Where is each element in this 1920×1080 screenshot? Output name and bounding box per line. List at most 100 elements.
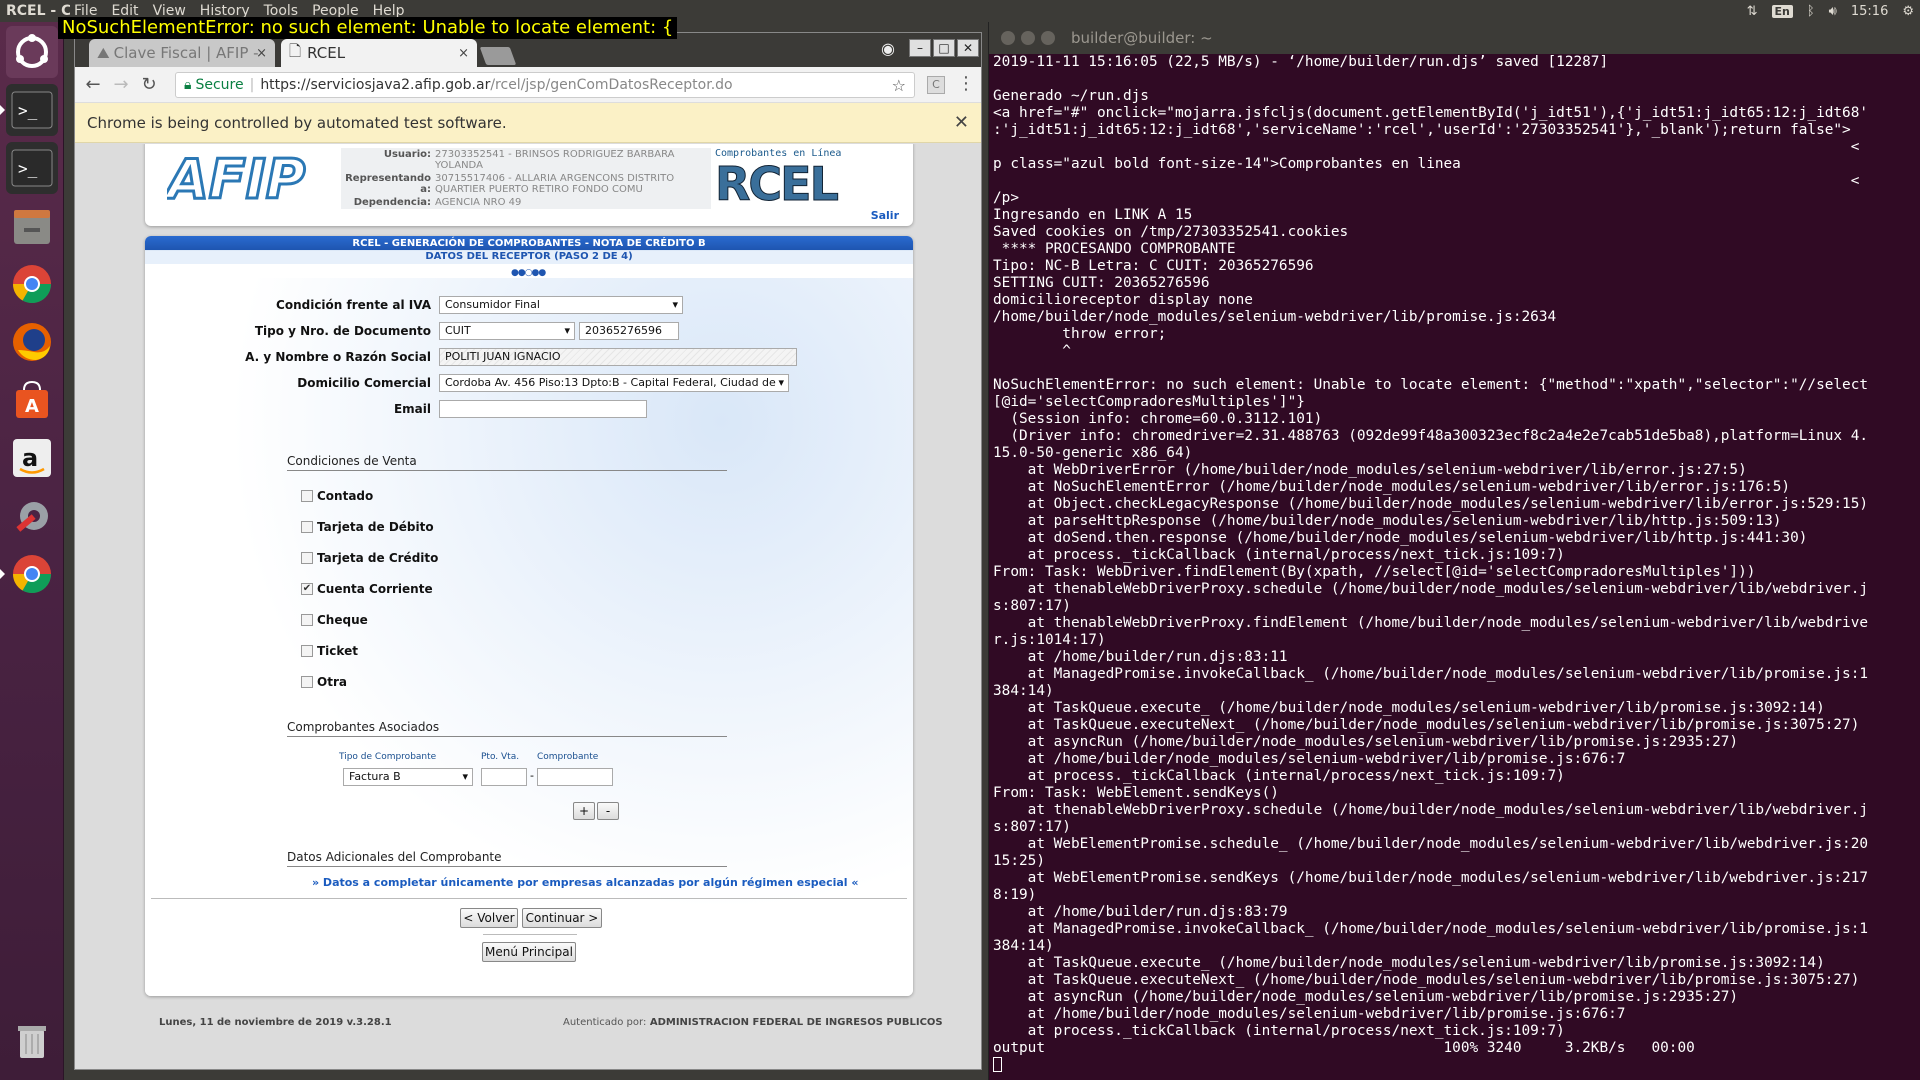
checkbox[interactable] <box>301 552 313 564</box>
add-comprobante-button[interactable]: + <box>573 802 595 820</box>
condicion-cheque[interactable]: Cheque <box>301 613 368 627</box>
extension-icon[interactable]: C <box>927 76 945 94</box>
condicion-tarjeta-debito[interactable]: Tarjeta de Débito <box>301 520 434 534</box>
terminal-line: at process._tickCallback (internal/proce… <box>993 1023 1565 1039</box>
terminal-line: 384:14) <box>993 683 1054 699</box>
volver-button[interactable]: < Volver <box>460 908 518 928</box>
address-bar[interactable]: 🔒︎ Secure | https://serviciosjava2.afip.… <box>175 72 915 98</box>
terminal-line: Tipo: NC-B Letra: C CUIT: 20365276596 <box>993 258 1314 274</box>
clock[interactable]: 15:16 <box>1851 4 1888 19</box>
condicion-tarjeta-credito[interactable]: Tarjeta de Crédito <box>301 551 438 565</box>
terminal-line: SETTING CUIT: 20365276596 <box>993 275 1210 291</box>
chrome-icon[interactable] <box>6 258 58 310</box>
terminal-line: throw error; <box>993 326 1167 342</box>
footer-date: Lunes, 11 de noviembre de 2019 v.3.28.1 <box>159 1017 392 1028</box>
condicion-iva-select[interactable]: Consumidor Final <box>439 296 683 314</box>
settings-icon[interactable] <box>6 490 58 542</box>
remove-comprobante-button[interactable]: - <box>597 802 619 820</box>
close-icon[interactable]: × <box>256 46 267 61</box>
gear-icon[interactable]: ⚙ <box>1902 4 1914 19</box>
checkbox[interactable] <box>301 521 313 533</box>
browser-window: ⛰ Clave Fiscal | AFIP - × 🗋︎ RCEL × ◉ – … <box>74 32 982 1070</box>
terminal-line: (Session info: chrome=60.0.3112.101) <box>993 411 1323 427</box>
checkbox-label: Contado <box>317 489 374 503</box>
maximize-button[interactable] <box>1041 31 1055 45</box>
minimize-button[interactable] <box>1021 31 1035 45</box>
email-input[interactable] <box>439 400 647 418</box>
chrome-menu-icon[interactable]: ⋮ <box>957 73 975 94</box>
network-icon[interactable]: ⇅ <box>1747 4 1758 19</box>
minimize-button[interactable]: – <box>909 39 931 57</box>
dependencia-row: Dependencia: AGENCIA NRO 49 <box>341 196 711 209</box>
continuar-button[interactable]: Continuar > <box>522 908 602 928</box>
nombre-input[interactable]: POLITI JUAN IGNACIO <box>439 348 797 366</box>
bluetooth-icon[interactable]: ᛒ <box>1807 4 1815 19</box>
datos-adicionales-title: Datos Adicionales del Comprobante <box>287 850 727 867</box>
checkbox-checked[interactable]: ✔ <box>301 583 313 595</box>
menu-principal-button[interactable]: Menú Principal <box>482 942 576 962</box>
tab-label: RCEL <box>307 44 346 62</box>
chrome-icon[interactable] <box>0 548 58 600</box>
form-title-band: RCEL - GENERACIÓN DE COMPROBANTES - NOTA… <box>145 236 913 264</box>
terminal-line: Saved cookies on /tmp/27303352541.cookie… <box>993 224 1349 240</box>
amazon-icon[interactable]: a <box>6 432 58 484</box>
maximize-button[interactable]: □ <box>933 39 955 57</box>
profile-icon[interactable]: ◉ <box>881 39 895 58</box>
lock-icon: 🔒︎ <box>184 77 192 93</box>
ubuntu-logo-icon[interactable] <box>6 26 58 78</box>
new-tab-button[interactable] <box>479 47 517 65</box>
comprobante-label: Comprobante <box>537 752 599 762</box>
salir-link[interactable]: Salir <box>871 209 899 222</box>
terminal-line: at asyncRun (/home/builder/node_modules/… <box>993 989 1739 1005</box>
url-path: /rcel/jsp/genComDatosReceptor.do <box>490 77 733 93</box>
trash-icon[interactable] <box>6 1014 58 1066</box>
terminal-line: at TaskQueue.execute_ (/home/builder/nod… <box>993 700 1825 716</box>
omnibox-separator: | <box>249 77 255 93</box>
terminal-icon[interactable]: >_ <box>6 142 58 194</box>
keyboard-layout[interactable]: En <box>1771 4 1793 18</box>
bookmark-star-icon[interactable]: ☆ <box>892 76 906 95</box>
close-window-button[interactable] <box>1001 31 1015 45</box>
close-icon[interactable]: × <box>458 46 469 61</box>
firefox-icon[interactable] <box>6 316 58 368</box>
terminal-line: at /home/builder/run.djs:83:11 <box>993 649 1288 665</box>
condicion-otra[interactable]: Otra <box>301 675 347 689</box>
receptor-form: RCEL - GENERACIÓN DE COMPROBANTES - NOTA… <box>145 236 913 996</box>
comprobante-input[interactable] <box>537 768 613 786</box>
reload-icon[interactable]: ↻ <box>135 74 163 95</box>
checkbox[interactable] <box>301 645 313 657</box>
terminal-line: at ManagedPromise.invokeCallback_ (/home… <box>993 921 1869 937</box>
domicilio-select[interactable]: Cordoba Av. 456 Piso:13 Dpto:B - Capital… <box>439 374 789 392</box>
pto-vta-input[interactable] <box>481 768 527 786</box>
infobar-text: Chrome is being controlled by automated … <box>87 113 507 132</box>
back-icon[interactable]: ← <box>79 74 107 95</box>
terminal-icon[interactable]: >_ <box>0 84 58 136</box>
volume-icon[interactable]: 🔊︎ <box>1829 4 1837 19</box>
terminal-line: domicilioreceptor display none <box>993 292 1253 308</box>
nro-doc-input[interactable]: 20365276596 <box>579 322 679 340</box>
condicion-ticket[interactable]: Ticket <box>301 644 358 658</box>
checkbox[interactable] <box>301 490 313 502</box>
tipo-doc-select[interactable]: CUIT <box>439 322 575 340</box>
terminal-output[interactable]: 2019-11-11 15:16:05 (22,5 MB/s) - ‘/home… <box>993 54 1917 1080</box>
checkbox[interactable] <box>301 614 313 626</box>
file-manager-icon[interactable] <box>6 200 58 252</box>
form-subtitle: DATOS DEL RECEPTOR (PASO 2 DE 4) <box>425 251 633 262</box>
terminal-line: ^ <box>993 343 1071 359</box>
tipo-comprobante-label: Tipo de Comprobante <box>339 752 437 762</box>
terminal-line: at /home/builder/node_modules/selenium-w… <box>993 1006 1626 1022</box>
close-window-button[interactable]: ✕ <box>957 39 979 57</box>
footer-auth-value: ADMINISTRACION FEDERAL DE INGRESOS PUBLI… <box>649 1017 943 1028</box>
usuario-label: Usuario: <box>383 149 431 160</box>
condicion-contado[interactable]: Contado <box>301 489 373 503</box>
checkbox[interactable] <box>301 676 313 688</box>
tipo-comprobante-select[interactable]: Factura B <box>343 768 473 786</box>
tab-rcel[interactable]: 🗋︎ RCEL × <box>281 39 477 67</box>
software-center-icon[interactable]: A <box>6 374 58 426</box>
condicion-cuenta-corriente[interactable]: ✔ Cuenta Corriente <box>301 582 433 596</box>
tab-clave-fiscal[interactable]: ⛰ Clave Fiscal | AFIP - × <box>89 39 275 67</box>
datos-adicionales-link[interactable]: » Datos a completar únicamente por empre… <box>312 876 859 889</box>
close-icon[interactable]: ✕ <box>954 112 969 133</box>
forward-icon[interactable]: → <box>107 74 135 95</box>
terminal-line: < <box>993 139 1860 155</box>
